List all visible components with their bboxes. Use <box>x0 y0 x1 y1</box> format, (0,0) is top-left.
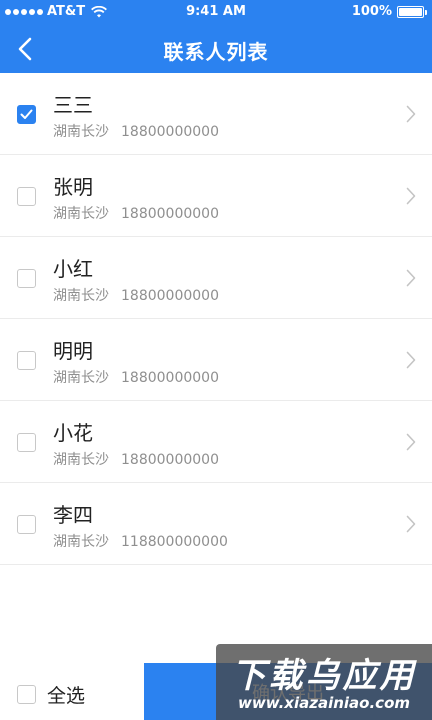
watermark-title: 下载乌应用 <box>231 656 417 696</box>
contact-row[interactable]: 三三 湖南长沙 18800000000 <box>0 73 432 155</box>
watermark-logo: 下载乌应用 www.xiazainiao.com <box>216 644 432 720</box>
chevron-right-icon <box>406 105 416 123</box>
contact-name: 明明 <box>53 339 93 363</box>
contact-phone: 18800000000 <box>121 370 219 386</box>
contact-row[interactable]: 明明 湖南长沙 18800000000 <box>0 319 432 401</box>
contact-row[interactable]: 小红 湖南长沙 18800000000 <box>0 237 432 319</box>
battery-icon <box>397 5 427 18</box>
contact-detail: 湖南长沙 18800000000 <box>53 449 219 469</box>
select-all-toggle[interactable]: 全选 <box>17 681 85 708</box>
app-header: AT&T 9:41 AM 100% 联系人列表 <box>0 0 432 73</box>
nav-bar: 联系人列表 <box>0 24 432 73</box>
contact-city: 湖南长沙 <box>53 452 109 468</box>
contact-detail: 湖南长沙 18800000000 <box>53 367 219 387</box>
contact-phone: 18800000000 <box>121 206 219 222</box>
contact-detail: 湖南长沙 18800000000 <box>53 203 219 223</box>
contact-name: 李四 <box>53 503 93 527</box>
contact-row[interactable]: 张明 湖南长沙 18800000000 <box>0 155 432 237</box>
select-all-label: 全选 <box>47 685 86 707</box>
chevron-right-icon <box>406 351 416 369</box>
contact-city: 湖南长沙 <box>53 288 109 304</box>
page-title: 联系人列表 <box>163 40 269 64</box>
status-right: 100% <box>351 4 427 19</box>
contact-city: 湖南长沙 <box>53 124 109 140</box>
contact-phone: 118800000000 <box>121 534 228 550</box>
contact-name: 三三 <box>53 93 93 117</box>
contact-name: 小红 <box>53 257 93 281</box>
chevron-right-icon <box>406 269 416 287</box>
contact-detail: 湖南长沙 118800000000 <box>53 531 228 551</box>
watermark-url: www.xiazainiao.com <box>237 694 411 712</box>
contact-detail: 湖南长沙 18800000000 <box>53 121 219 141</box>
contact-name: 张明 <box>53 175 93 199</box>
battery-percent: 100% <box>351 4 392 19</box>
contact-checkbox[interactable] <box>17 433 36 452</box>
contact-checkbox[interactable] <box>17 187 36 206</box>
chevron-right-icon <box>406 433 416 451</box>
contact-city: 湖南长沙 <box>53 206 109 222</box>
select-all-checkbox[interactable] <box>17 685 36 704</box>
contact-checkbox[interactable] <box>17 351 36 370</box>
contact-phone: 18800000000 <box>121 452 219 468</box>
contact-detail: 湖南长沙 18800000000 <box>53 285 219 305</box>
contact-phone: 18800000000 <box>121 288 219 304</box>
status-bar: AT&T 9:41 AM 100% <box>0 0 432 24</box>
contact-city: 湖南长沙 <box>53 370 109 386</box>
contact-phone: 18800000000 <box>121 124 219 140</box>
contact-checkbox[interactable] <box>17 269 36 288</box>
contact-row[interactable]: 小花 湖南长沙 18800000000 <box>0 401 432 483</box>
contact-city: 湖南长沙 <box>53 534 109 550</box>
contact-checkbox[interactable] <box>17 515 36 534</box>
contact-row[interactable]: 李四 湖南长沙 118800000000 <box>0 483 432 565</box>
contact-name: 小花 <box>53 421 93 445</box>
contact-checkbox[interactable] <box>17 105 36 124</box>
chevron-right-icon <box>406 187 416 205</box>
contact-list: 三三 湖南长沙 18800000000 张明 湖南长沙 18800000000 小红… <box>0 73 432 565</box>
checkmark-icon <box>20 109 33 119</box>
chevron-right-icon <box>406 515 416 533</box>
